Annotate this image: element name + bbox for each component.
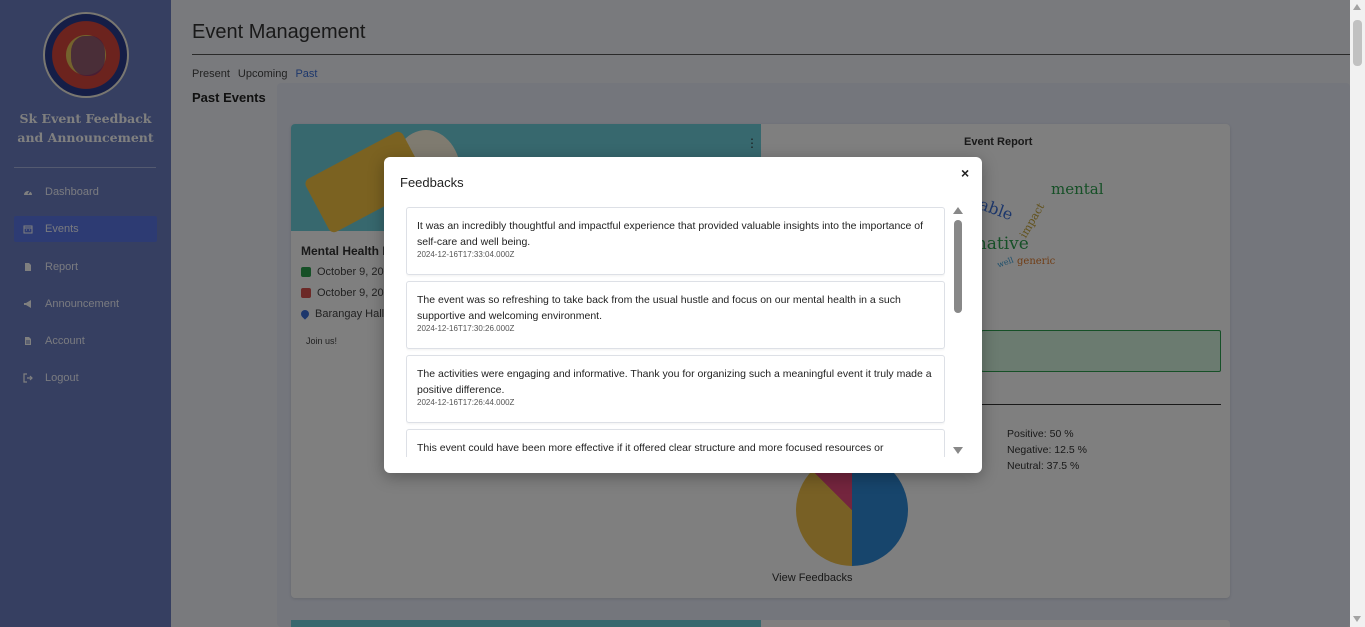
feedback-item: This event could have been more effectiv… (406, 429, 945, 457)
scroll-up-icon[interactable] (1353, 4, 1361, 10)
feedbacks-modal: Feedbacks × It was an incredibly thought… (384, 157, 982, 473)
feedback-text: This event could have been more effectiv… (417, 442, 884, 454)
feedback-item: The event was so refreshing to take back… (406, 281, 945, 349)
scroll-thumb[interactable] (954, 220, 962, 313)
feedback-text: It was an incredibly thoughtful and impa… (417, 220, 924, 248)
scroll-thumb[interactable] (1353, 20, 1362, 66)
scroll-down-icon[interactable] (1353, 616, 1361, 622)
page-scrollbar[interactable] (1350, 0, 1365, 627)
feedback-text: The activities were engaging and informa… (417, 368, 932, 396)
close-icon[interactable]: × (961, 165, 969, 181)
feedback-text: The event was so refreshing to take back… (417, 294, 901, 322)
feedback-date: 2024-12-16T17:33:04.000Z (417, 250, 515, 259)
modal-title: Feedbacks (400, 175, 464, 190)
feedback-scrollbar[interactable] (951, 207, 965, 457)
feedback-date: 2024-12-16T17:26:44.000Z (417, 398, 515, 407)
feedback-list[interactable]: It was an incredibly thoughtful and impa… (406, 207, 945, 457)
feedback-item: The activities were engaging and informa… (406, 355, 945, 423)
feedback-item: It was an incredibly thoughtful and impa… (406, 207, 945, 275)
scroll-down-icon[interactable] (953, 447, 963, 454)
scroll-up-icon[interactable] (953, 207, 963, 214)
feedback-date: 2024-12-16T17:30:26.000Z (417, 324, 515, 333)
